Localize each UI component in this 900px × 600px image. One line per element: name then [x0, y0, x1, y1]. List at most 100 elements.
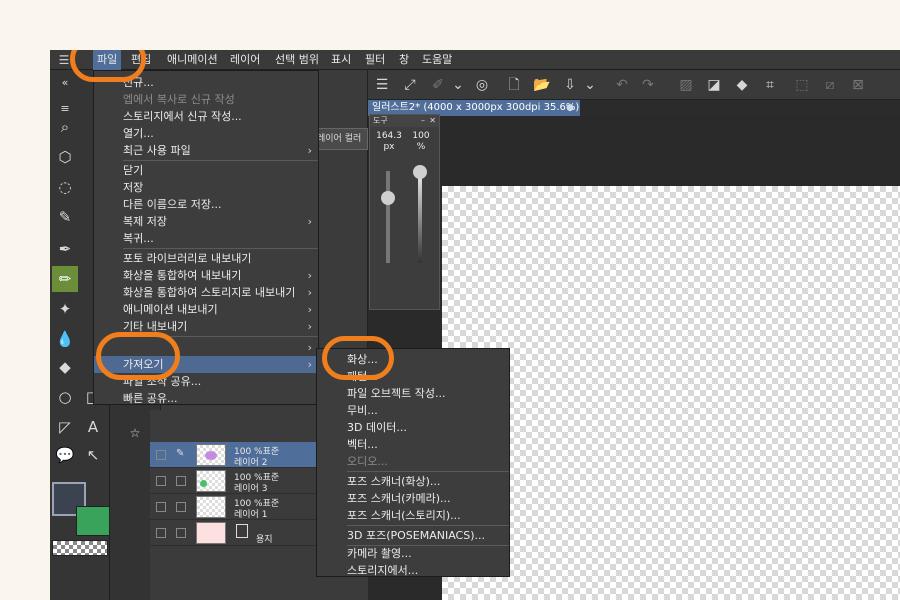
menu-view[interactable]: 표시 — [327, 50, 355, 70]
submenu-item-pose-scanner-image[interactable]: 포즈 스캐너(화상)... — [317, 473, 509, 490]
chevron-right-icon: › — [307, 341, 312, 354]
ruler-tool-icon[interactable]: ◸ — [52, 414, 78, 440]
star-icon[interactable]: ☆ — [122, 420, 148, 446]
menu-icon[interactable]: ☰ — [372, 75, 392, 95]
balloon-tool-icon[interactable]: 💬 — [52, 442, 78, 468]
submenu-item-pose-scanner-camera[interactable]: 포즈 스캐너(카메라)... — [317, 490, 509, 507]
marker-tool-icon[interactable]: ✏ — [52, 266, 78, 292]
fit-view-icon[interactable]: ⤢ — [400, 75, 420, 95]
lock-toggle[interactable] — [176, 528, 186, 538]
canvas[interactable] — [442, 186, 900, 600]
layer-name: 레이어 2 — [234, 458, 268, 468]
menu-item-export-to-storage[interactable]: 화상을 통합하여 스토리지로 내보내기 › — [94, 284, 318, 301]
visibility-toggle[interactable] — [156, 502, 166, 512]
opacity-unit: % — [416, 142, 426, 152]
submenu-item-3d-pose[interactable]: 3D 포즈(POSEMANIACS)... — [317, 527, 509, 544]
blend-tool-icon[interactable]: 💧 — [52, 326, 78, 352]
fill-selection-icon[interactable]: ◪ — [704, 75, 724, 95]
close-icon[interactable]: ✕ — [429, 115, 436, 127]
text-tool-a-icon[interactable]: A — [80, 414, 106, 440]
chevron-right-icon: › — [307, 320, 312, 333]
deselect-icon[interactable]: ⬚ — [792, 75, 812, 95]
menu-item-quick-share[interactable]: 빠른 공유... — [94, 390, 318, 407]
menu-selection[interactable]: 선택 범위 — [271, 50, 323, 70]
operation-tool-icon[interactable]: ⬡ — [52, 144, 78, 170]
menu-animation[interactable]: 애니메이션 — [163, 50, 222, 70]
new-file-icon[interactable]: 🗋 — [504, 75, 524, 95]
menu-item-export-animation[interactable]: 애니메이션 내보내기 › — [94, 301, 318, 318]
import-callout — [96, 332, 180, 380]
open-folder-icon[interactable]: 📂 — [532, 75, 552, 95]
menu-separator — [123, 160, 318, 161]
menu-filter[interactable]: 필터 — [361, 50, 389, 70]
menu-item-save[interactable]: 저장 — [94, 179, 318, 196]
invert-selection-icon[interactable]: ⧄ — [820, 75, 840, 95]
menu-item-export-single-layer[interactable]: 화상을 통합하여 내보내기 › — [94, 267, 318, 284]
menu-help[interactable]: 도움말 — [418, 50, 456, 70]
quick-access-icon[interactable]: ✐ — [428, 75, 448, 95]
layer-color-tab[interactable]: 레이어 컬러 — [314, 128, 368, 150]
opacity-slider-knob[interactable] — [413, 165, 427, 179]
submenu-item-camera[interactable]: 카메라 촬영... — [317, 545, 509, 562]
submenu-item-vector[interactable]: 벡터... — [317, 436, 509, 453]
paint-bucket-icon[interactable]: ◆ — [732, 75, 752, 95]
file-menu-callout — [70, 50, 146, 82]
menu-item-save-as[interactable]: 다른 이름으로 저장... — [94, 196, 318, 213]
menu-item-new-from-storage[interactable]: 스토리지에서 신규 작성... — [94, 108, 318, 125]
menu-item-close[interactable]: 닫기 — [94, 162, 318, 179]
submenu-item-movie[interactable]: 무비... — [317, 402, 509, 419]
brush-size-slider[interactable] — [386, 171, 390, 263]
menu-window[interactable]: 창 — [395, 50, 413, 70]
submenu-item-pose-scanner-storage[interactable]: 포즈 스캐너(스토리지)... — [317, 507, 509, 524]
save-icon[interactable]: ⇩ — [560, 75, 580, 95]
crop-icon[interactable]: ⊠ — [848, 75, 868, 95]
menu-item-recent-files[interactable]: 최근 사용 파일 › — [94, 142, 318, 159]
transparent-color-swatch[interactable] — [52, 540, 108, 556]
submenu-item-from-storage[interactable]: 스토리지에서... — [317, 562, 509, 579]
fill-tool-icon[interactable]: ◆ — [52, 354, 78, 380]
paper-icon — [236, 524, 248, 538]
transform-icon[interactable]: ⌗ — [760, 75, 780, 95]
lasso-tool-icon[interactable]: ◌ — [52, 174, 78, 200]
chevron-down-icon[interactable]: ⌄ — [448, 75, 468, 95]
undo-icon[interactable]: ↶ — [612, 75, 632, 95]
zoom-tool-icon[interactable]: ⌕ — [52, 114, 78, 140]
menu-item-save-duplicate[interactable]: 복제 저장 › — [94, 213, 318, 230]
tab-close-dot-icon[interactable]: ● — [566, 100, 574, 116]
layer-thumbnail — [196, 470, 226, 492]
menubar: ☰ 파일 편집 애니메이션 레이어 선택 범위 표시 필터 창 도움말 — [50, 50, 900, 70]
submenu-item-3d-data[interactable]: 3D 데이터... — [317, 419, 509, 436]
brush-size-value: 164.3 px — [374, 131, 404, 153]
pen-icon: ✎ — [176, 448, 185, 459]
sparkle-tool-icon[interactable]: ✦ — [52, 296, 78, 322]
pen-tool-icon[interactable]: ✒ — [52, 236, 78, 262]
save-chevron-icon[interactable]: ⌄ — [580, 75, 600, 95]
lock-toggle[interactable] — [176, 476, 186, 486]
opacity-slider[interactable] — [418, 171, 422, 263]
clear-icon[interactable]: ▨ — [676, 75, 696, 95]
companion-icon[interactable]: ◎ — [472, 75, 492, 95]
layer-name: 용지 — [256, 535, 273, 545]
visibility-toggle[interactable] — [156, 476, 166, 486]
sub-color-swatch[interactable] — [76, 506, 110, 536]
opacity-value: 100 % — [408, 131, 434, 153]
menu-item-export-photo-library[interactable]: 포토 라이브러리로 내보내기 — [94, 250, 318, 267]
correct-line-tool-icon[interactable]: ↖ — [80, 442, 106, 468]
shape-tool-icon[interactable]: ○ — [52, 384, 78, 410]
opacity-number: 100 — [412, 131, 430, 141]
lock-toggle[interactable] — [176, 502, 186, 512]
layer-name: 레이어 3 — [234, 484, 268, 494]
brush-size-slider-knob[interactable] — [381, 191, 395, 205]
redo-icon[interactable]: ↷ — [638, 75, 658, 95]
visibility-toggle[interactable] — [156, 528, 166, 538]
minimize-icon[interactable]: – — [421, 115, 425, 127]
document-title: 일러스트2* (4000 x 3000px 300dpi 35.6%) — [372, 102, 580, 113]
visibility-toggle[interactable] — [156, 450, 166, 460]
menu-item-revert[interactable]: 복귀... — [94, 230, 318, 247]
eyedropper-tool-icon[interactable]: ✎ — [52, 204, 78, 230]
collapse-icon[interactable]: « — [52, 70, 78, 96]
menu-item-open[interactable]: 열기... — [94, 125, 318, 142]
menu-layer[interactable]: 레이어 — [226, 50, 264, 70]
submenu-item-file-object[interactable]: 파일 오브젝트 작성... — [317, 385, 509, 402]
menu-separator — [347, 525, 509, 526]
